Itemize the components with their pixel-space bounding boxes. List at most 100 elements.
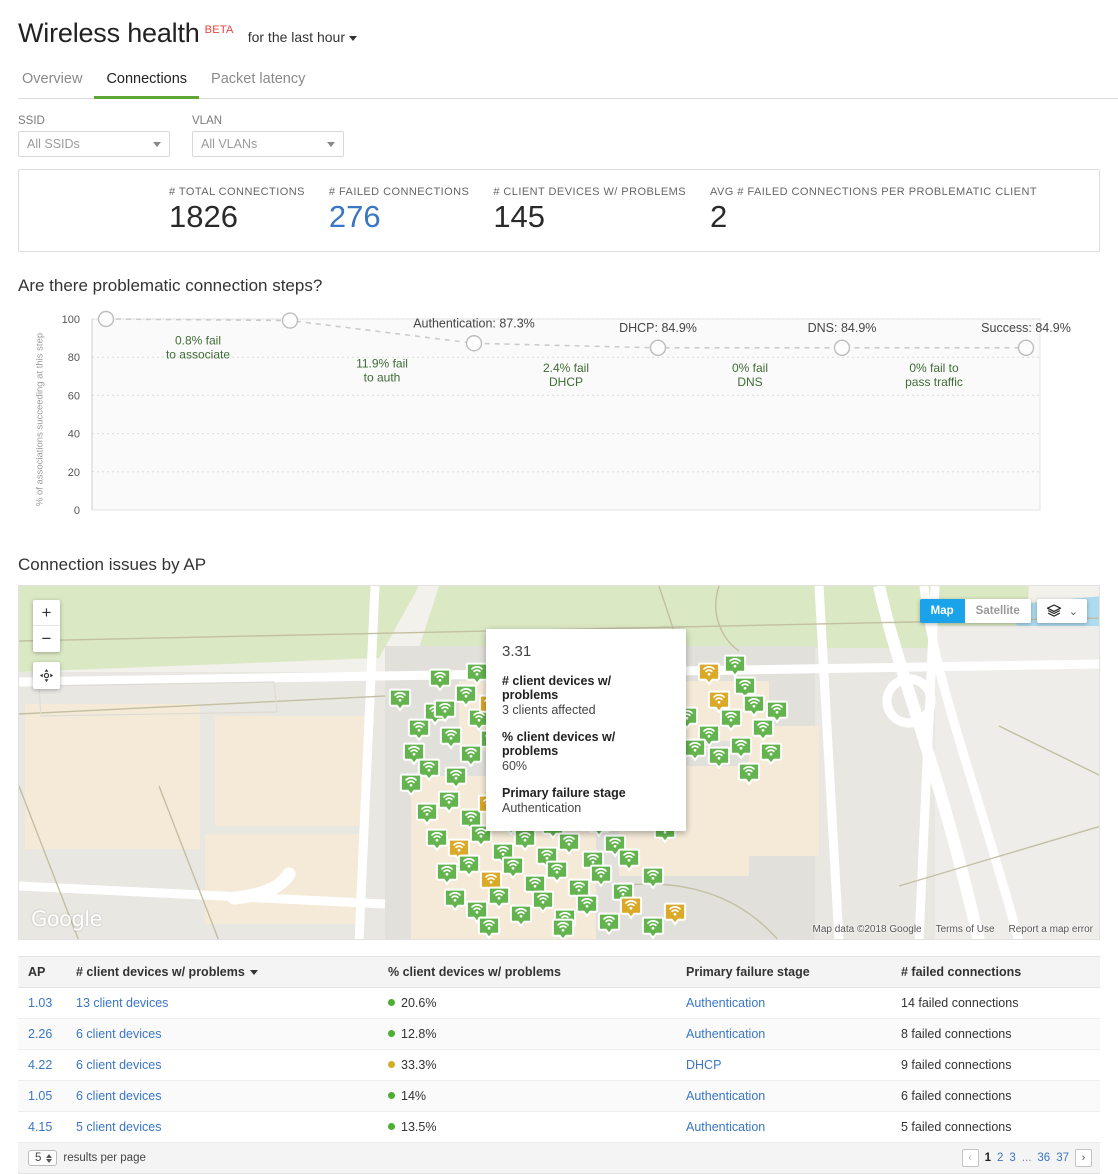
ap-link[interactable]: 1.03 [28, 996, 52, 1010]
failure-stage-link[interactable]: Authentication [686, 1120, 765, 1134]
table-row[interactable]: 2.266 client devices12.8%Authentication8… [18, 1019, 1100, 1050]
failure-stage-link[interactable]: DHCP [686, 1058, 721, 1072]
pagination-page-1[interactable]: 1 [985, 1152, 991, 1164]
ssid-select-value: All SSIDs [27, 137, 80, 151]
cell-ap: 4.22 [18, 1050, 66, 1081]
table-row[interactable]: 1.03 13 client devices 20.6% Authentication… [18, 988, 1100, 1019]
pagination-page-2[interactable]: 2 [997, 1152, 1003, 1164]
pagination-page-37[interactable]: 37 [1056, 1152, 1069, 1164]
map-layers-button[interactable]: ⌄ [1037, 599, 1087, 623]
kpi-label: # FAILED CONNECTIONS [329, 186, 469, 198]
map-recenter-button[interactable] [33, 662, 60, 689]
time-range-selector[interactable]: for the last hour [248, 29, 357, 45]
pagination-page-36[interactable]: 36 [1037, 1152, 1050, 1164]
cell-primary-failure-stage: Authentication [676, 988, 891, 1019]
cell-pct-client-devices: 20.6% [378, 988, 676, 1019]
funnel-plot-area: 020406080100Association: 99.2%Authentica… [18, 306, 1100, 531]
results-per-page-select[interactable]: 5 [28, 1150, 57, 1166]
failure-stage-link[interactable]: Authentication [686, 1089, 765, 1103]
connection-funnel-chart: % of associations succeeding at this ste… [18, 306, 1100, 531]
funnel-section-title: Are there problematic connection steps? [18, 276, 1118, 296]
cell-failed-connections: 5 failed connections [891, 1112, 1100, 1143]
title-row: Wireless health BETA for the last hour [18, 18, 1118, 49]
col-header-ap[interactable]: AP [18, 957, 66, 988]
table-row[interactable]: 1.056 client devices14%Authentication6 f… [18, 1081, 1100, 1112]
pagination-prev-button[interactable]: ‹ [962, 1149, 979, 1167]
status-dot-icon [388, 1123, 395, 1130]
popup-value: Authentication [502, 801, 670, 815]
status-dot-icon [388, 1092, 395, 1099]
kpi-value: 145 [493, 199, 686, 235]
kpi-avg-failed-per-client: AVG # FAILED CONNECTIONS PER PROBLEMATIC… [710, 186, 1037, 235]
chevron-down-icon: ⌄ [1069, 605, 1078, 618]
table: AP # client devices w/ problems % client… [18, 956, 1100, 1143]
table-row[interactable]: 4.226 client devices33.3%DHCP9 failed co… [18, 1050, 1100, 1081]
cell-ap: 1.03 [18, 988, 66, 1019]
col-header-primary-failure-stage[interactable]: Primary failure stage [676, 957, 891, 988]
svg-text:Association: 99.2%: Association: 99.2% [237, 306, 343, 308]
tab-overview[interactable]: Overview [18, 65, 94, 99]
map-type-map-button[interactable]: Map [920, 599, 965, 623]
cell-failed-connections: 14 failed connections [891, 988, 1100, 1019]
pagination-next-button[interactable]: › [1075, 1149, 1092, 1167]
svg-text:DHCP: 84.9%: DHCP: 84.9% [619, 321, 697, 335]
col-header-label: # client devices w/ problems [76, 965, 245, 979]
client-devices-link[interactable]: 6 client devices [76, 1089, 161, 1103]
svg-text:DNS: 84.9%: DNS: 84.9% [808, 321, 877, 335]
kpi-label: # CLIENT DEVICES W/ PROBLEMS [493, 186, 686, 198]
kpi-value[interactable]: 276 [329, 199, 469, 235]
zoom-in-button[interactable]: + [33, 600, 60, 626]
kpi-failed-connections: # FAILED CONNECTIONS 276 [329, 186, 469, 235]
map-zoom-controls[interactable]: + − [33, 600, 60, 652]
failure-stage-link[interactable]: Authentication [686, 1027, 765, 1041]
col-header-client-devices[interactable]: # client devices w/ problems [66, 957, 378, 988]
cell-client-devices: 6 client devices [66, 1081, 378, 1112]
client-devices-link[interactable]: 6 client devices [76, 1058, 161, 1072]
ssid-select[interactable]: All SSIDs [18, 131, 170, 157]
beta-badge: BETA [205, 24, 234, 36]
client-devices-link[interactable]: 5 client devices [76, 1120, 161, 1134]
status-dot-icon [388, 1030, 395, 1037]
ssid-label: SSID [18, 115, 170, 127]
chevron-down-icon [327, 142, 335, 147]
popup-key: # client devices w/ problems [502, 674, 670, 702]
map-attribution: Map data ©2018 Google Terms of Use Repor… [812, 924, 1093, 935]
pagination-page-3[interactable]: 3 [1009, 1152, 1015, 1164]
terms-of-use-link[interactable]: Terms of Use [936, 924, 995, 935]
client-devices-link[interactable]: 13 client devices [76, 996, 168, 1010]
report-map-error-link[interactable]: Report a map error [1009, 924, 1093, 935]
table-body: 1.03 13 client devices 20.6% Authentication… [18, 988, 1100, 1143]
ap-link[interactable]: 4.15 [28, 1120, 52, 1134]
ap-link[interactable]: 2.26 [28, 1027, 52, 1041]
ap-link[interactable]: 1.05 [28, 1089, 52, 1103]
map-type-satellite-button[interactable]: Satellite [965, 599, 1031, 623]
vlan-select[interactable]: All VLANs [192, 131, 344, 157]
zoom-out-button[interactable]: − [33, 626, 60, 652]
filter-bar: SSID All SSIDs VLAN All VLANs [0, 99, 1118, 157]
pct-value: 14% [401, 1089, 426, 1103]
table-header-row: AP # client devices w/ problems % client… [18, 957, 1100, 988]
failure-stage-link[interactable]: Authentication [686, 996, 765, 1010]
funnel-y-axis-title: % of associations succeeding at this ste… [35, 333, 46, 506]
tab-packet-latency[interactable]: Packet latency [199, 65, 317, 99]
client-devices-link[interactable]: 6 client devices [76, 1027, 161, 1041]
ap-map[interactable]: + − Map Satellite ⌄ 3.31 # client device… [18, 585, 1100, 940]
tab-connections[interactable]: Connections [94, 65, 199, 99]
kpi-panel: # TOTAL CONNECTIONS 1826 # FAILED CONNEC… [18, 169, 1100, 252]
table-row[interactable]: 4.155 client devices13.5%Authentication5… [18, 1112, 1100, 1143]
sort-desc-icon [250, 970, 258, 975]
chevron-down-icon [153, 142, 161, 147]
col-header-failed-connections[interactable]: # failed connections [891, 957, 1100, 988]
table-head: AP # client devices w/ problems % client… [18, 957, 1100, 988]
cell-primary-failure-stage: Authentication [676, 1081, 891, 1112]
ap-link[interactable]: 4.22 [28, 1058, 52, 1072]
kpi-value: 2 [710, 199, 1037, 235]
vlan-label: VLAN [192, 115, 344, 127]
cell-failed-connections: 9 failed connections [891, 1050, 1100, 1081]
table-footer: 5 results per page ‹123...3637› [18, 1143, 1100, 1174]
vlan-select-value: All VLANs [201, 137, 257, 151]
layers-icon [1046, 603, 1062, 619]
svg-text:Authentication: 87.3%: Authentication: 87.3% [413, 316, 535, 330]
pagination-ellipsis: ... [1022, 1152, 1032, 1164]
col-header-pct-client-devices[interactable]: % client devices w/ problems [378, 957, 676, 988]
